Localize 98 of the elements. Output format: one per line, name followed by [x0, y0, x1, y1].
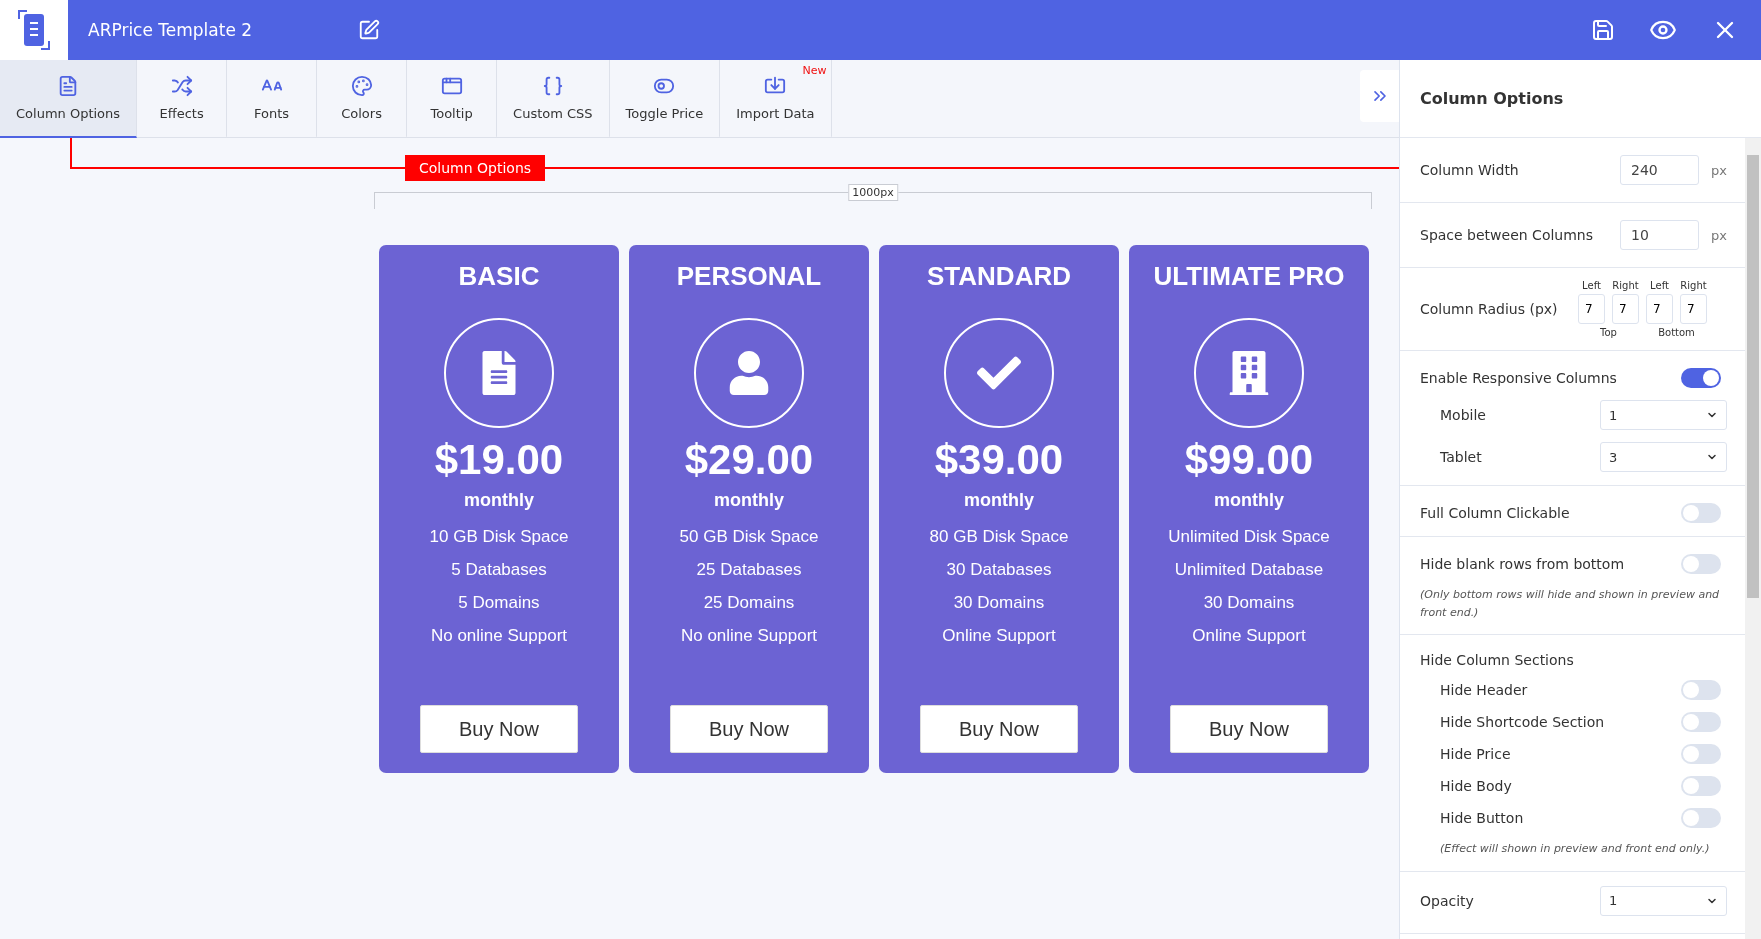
hint-text: (Only bottom rows will hide and shown in preview and front end.): [1420, 587, 1721, 621]
template-title: ARPrice Template 2: [88, 20, 254, 40]
toggle-switch[interactable]: [1681, 744, 1721, 765]
radius-input[interactable]: 7: [1646, 294, 1673, 324]
braces-icon: [541, 75, 564, 97]
toggle-switch[interactable]: [1681, 503, 1721, 523]
setting-label: Enable Responsive Columns: [1420, 370, 1618, 386]
toolbar-tab[interactable]: Custom CSS: [497, 60, 610, 138]
select-dropdown[interactable]: 1: [1600, 400, 1727, 430]
logo-icon: [17, 9, 51, 51]
toolbar-tab[interactable]: Column Options: [0, 60, 138, 138]
setting-label: Column Radius (px): [1420, 301, 1559, 317]
plan-feature: 25 Domains: [703, 593, 795, 613]
radius-input[interactable]: 7: [1612, 294, 1639, 324]
scrollbar[interactable]: [1745, 138, 1761, 939]
plan-feature: No online Support: [430, 626, 568, 646]
edit-button[interactable]: [358, 19, 380, 41]
ruler-label: 1000px: [848, 184, 898, 201]
corner-label: Right: [1680, 280, 1707, 291]
buy-now-button[interactable]: Buy Now: [920, 705, 1078, 753]
plan-feature: No online Support: [680, 626, 818, 646]
buy-now-button[interactable]: Buy Now: [670, 705, 828, 753]
toolbar-tab[interactable]: Toggle Price: [609, 60, 721, 138]
toolbar-tab[interactable]: Effects: [137, 60, 228, 138]
toolbar-tab[interactable]: Tooltip: [407, 60, 498, 138]
plan-feature: 10 GB Disk Space: [429, 527, 569, 547]
plan-feature: 80 GB Disk Space: [929, 527, 1069, 547]
buy-now-button[interactable]: Buy Now: [420, 705, 578, 753]
toolbar-tab[interactable]: Colors: [317, 60, 408, 138]
number-input[interactable]: 240: [1620, 155, 1699, 185]
select-dropdown[interactable]: 3: [1600, 442, 1727, 472]
buy-now-button[interactable]: Buy Now: [1170, 705, 1328, 753]
group-label: Bottom: [1658, 327, 1695, 338]
plan-feature: 5 Domains: [458, 593, 540, 613]
new-label: New: [802, 64, 827, 77]
toggle-switch[interactable]: [1681, 368, 1721, 388]
number-input[interactable]: 10: [1620, 220, 1699, 250]
setting-label: Tablet: [1440, 449, 1483, 465]
collapse-button[interactable]: [1360, 70, 1399, 122]
plan-name: ULTIMATE PRO: [1153, 261, 1345, 292]
toggle-switch[interactable]: [1681, 554, 1721, 574]
plan-period: monthly: [1214, 490, 1284, 511]
setting-label: Hide Body: [1440, 778, 1513, 795]
setting-label: Hide Price: [1440, 746, 1512, 763]
radius-input[interactable]: 7: [1578, 294, 1605, 324]
toolbar-tab[interactable]: New Import Data: [720, 60, 832, 138]
window-icon: [440, 75, 463, 97]
plan-name: BASIC: [458, 261, 540, 292]
corner-label: Left: [1650, 280, 1669, 291]
plan-period: monthly: [464, 490, 534, 511]
setting-label: Hide Shortcode Section: [1440, 714, 1606, 731]
hint-text: (Effect will shown in preview and front end only.): [1439, 841, 1711, 858]
plan-feature: 30 Domains: [1203, 593, 1295, 613]
corner-label: Left: [1582, 280, 1601, 291]
shuffle-icon: [170, 75, 193, 97]
plan-feature: 50 GB Disk Space: [679, 527, 819, 547]
toggle-switch[interactable]: [1681, 776, 1721, 797]
plan-feature: 25 Databases: [696, 560, 802, 580]
plan-period: monthly: [964, 490, 1034, 511]
plan-feature: 5 Databases: [451, 560, 547, 580]
panel-title: Column Options: [1420, 89, 1564, 108]
setting-label: Space between Columns: [1420, 227, 1594, 243]
user-icon: [727, 351, 771, 395]
plan-period: monthly: [714, 490, 784, 511]
plan-feature: Unlimited Database: [1174, 560, 1324, 580]
toggle-switch[interactable]: [1681, 712, 1721, 733]
plan-feature: 30 Databases: [946, 560, 1052, 580]
toggle-switch[interactable]: [1681, 808, 1721, 829]
corner-label: Right: [1612, 280, 1639, 291]
palette-icon: [350, 75, 373, 97]
setting-label: Full Column Clickable: [1420, 505, 1571, 521]
toggle-switch[interactable]: [1681, 680, 1721, 701]
plan-feature: 30 Domains: [953, 593, 1045, 613]
building-icon: [1227, 351, 1271, 395]
plan-price: $29.00: [684, 436, 814, 484]
plan-feature: Online Support: [1192, 626, 1306, 646]
setting-label: Hide Header: [1440, 682, 1529, 699]
unit-label: px: [1710, 162, 1727, 178]
group-label: Top: [1600, 327, 1617, 338]
plan-feature: Unlimited Disk Space: [1168, 527, 1330, 547]
setting-label: Hide blank rows from bottom: [1420, 556, 1626, 572]
setting-label: Opacity: [1420, 892, 1475, 909]
unit-label: px: [1710, 227, 1727, 243]
toolbar-tab[interactable]: Fonts: [227, 60, 318, 138]
radius-input[interactable]: 7: [1680, 294, 1707, 324]
section-label: Hide Column Sections: [1420, 652, 1575, 669]
plan-name: PERSONAL: [676, 261, 822, 292]
setting-label: Column Width: [1420, 162, 1520, 178]
setting-label: Mobile: [1440, 407, 1487, 423]
callout-label: Column Options: [405, 155, 546, 181]
plan-price: $99.00: [1184, 436, 1314, 484]
plan-price: $39.00: [934, 436, 1064, 484]
plan-name: STANDARD: [927, 261, 1071, 292]
setting-label: Hide Button: [1440, 810, 1525, 827]
select-dropdown[interactable]: 1: [1600, 885, 1727, 916]
plan-price: $19.00: [434, 436, 564, 484]
save-button[interactable]: [1591, 18, 1615, 42]
plan-feature: Online Support: [942, 626, 1056, 646]
